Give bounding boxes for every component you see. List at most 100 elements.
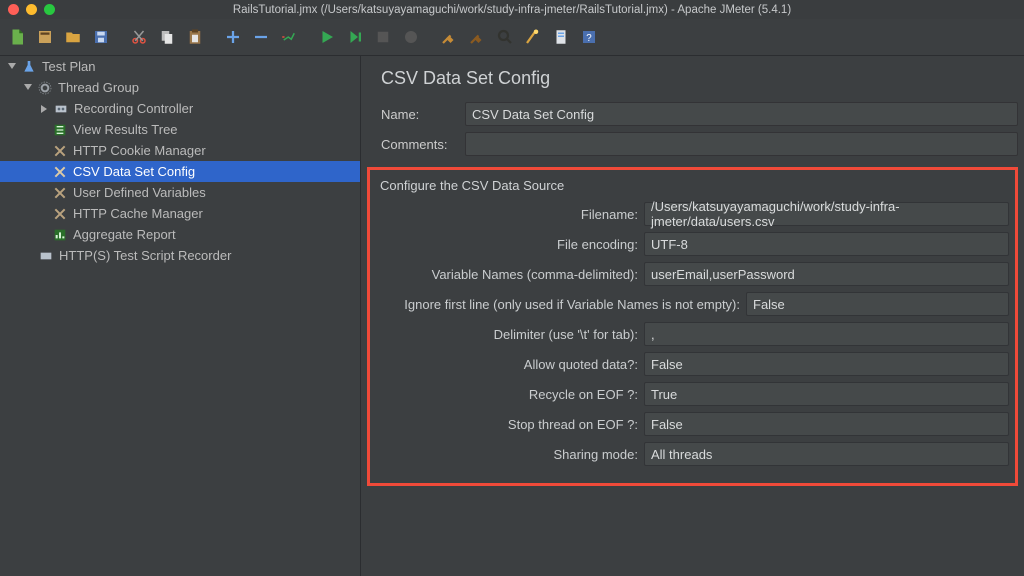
expand-toggle-icon[interactable]	[22, 83, 32, 93]
svg-text:?: ?	[586, 33, 592, 44]
ignore-first-line-field[interactable]: False	[746, 292, 1009, 316]
tree-label: HTTP(S) Test Script Recorder	[59, 248, 231, 263]
cfg-value: False	[651, 417, 683, 432]
shutdown-button[interactable]	[398, 24, 424, 50]
allow-quoted-field[interactable]: False	[644, 352, 1009, 376]
tree-node-aggregate-report[interactable]: Aggregate Report	[0, 224, 360, 245]
config-icon	[52, 206, 68, 222]
name-row: Name: CSV Data Set Config	[361, 99, 1024, 129]
comments-row: Comments:	[361, 129, 1024, 159]
add-button[interactable]	[220, 24, 246, 50]
tree-label: Recording Controller	[74, 101, 193, 116]
config-icon	[52, 164, 68, 180]
cfg-row-filename: Filename: /Users/katsuyayamaguchi/work/s…	[376, 199, 1009, 229]
tree-node-http-cache-manager[interactable]: HTTP Cache Manager	[0, 203, 360, 224]
window-controls	[8, 4, 55, 15]
tree-node-user-defined-variables[interactable]: User Defined Variables	[0, 182, 360, 203]
tree-node-csv-data-set-config[interactable]: CSV Data Set Config	[0, 161, 360, 182]
cfg-row-varnames: Variable Names (comma-delimited): userEm…	[376, 259, 1009, 289]
cfg-value: True	[651, 387, 677, 402]
toggle-button[interactable]	[276, 24, 302, 50]
tree-label: Aggregate Report	[73, 227, 176, 242]
tree-label: CSV Data Set Config	[73, 164, 195, 179]
broom2-button[interactable]	[464, 24, 490, 50]
cfg-label: Sharing mode:	[376, 447, 644, 462]
toolbar: ?	[0, 19, 1024, 56]
panel-title: CSV Data Set Config	[361, 64, 1024, 99]
tree-node-http-recorder[interactable]: HTTP(S) Test Script Recorder	[0, 245, 360, 266]
remove-button[interactable]	[248, 24, 274, 50]
encoding-field[interactable]: UTF-8	[644, 232, 1009, 256]
tree-label: View Results Tree	[73, 122, 178, 137]
cfg-label: Recycle on EOF ?:	[376, 387, 644, 402]
results-icon	[52, 122, 68, 138]
comments-field[interactable]	[465, 132, 1018, 156]
config-panel: CSV Data Set Config Name: CSV Data Set C…	[361, 56, 1024, 576]
tree-label: Thread Group	[58, 80, 139, 95]
cfg-label: Filename:	[376, 207, 644, 222]
recorder-icon	[38, 248, 54, 264]
tree-label: HTTP Cache Manager	[73, 206, 203, 221]
cfg-label: Allow quoted data?:	[376, 357, 644, 372]
run-button[interactable]	[314, 24, 340, 50]
open-button[interactable]	[60, 24, 86, 50]
cfg-label: Variable Names (comma-delimited):	[376, 267, 644, 282]
cfg-row-delimiter: Delimiter (use '\t' for tab): ,	[376, 319, 1009, 349]
recycle-eof-field[interactable]: True	[644, 382, 1009, 406]
report-icon	[52, 227, 68, 243]
stop-thread-eof-field[interactable]: False	[644, 412, 1009, 436]
cfg-row-encoding: File encoding: UTF-8	[376, 229, 1009, 259]
cfg-value: userEmail,userPassword	[651, 267, 795, 282]
variable-names-field[interactable]: userEmail,userPassword	[644, 262, 1009, 286]
close-window-button[interactable]	[8, 4, 19, 15]
cfg-value: ,	[651, 327, 655, 342]
broom1-button[interactable]	[436, 24, 462, 50]
cfg-label: Delimiter (use '\t' for tab):	[376, 327, 644, 342]
maximize-window-button[interactable]	[44, 4, 55, 15]
help-button[interactable]: ?	[576, 24, 602, 50]
templates-button[interactable]	[32, 24, 58, 50]
function-helper-button[interactable]	[548, 24, 574, 50]
delimiter-field[interactable]: ,	[644, 322, 1009, 346]
filename-field[interactable]: /Users/katsuyayamaguchi/work/study-infra…	[644, 202, 1009, 226]
cfg-value: All threads	[651, 447, 712, 462]
tree-node-recording-controller[interactable]: Recording Controller	[0, 98, 360, 119]
tree-node-thread-group[interactable]: Thread Group	[0, 77, 360, 98]
cfg-row-stop-thread: Stop thread on EOF ?: False	[376, 409, 1009, 439]
cfg-value: False	[753, 297, 785, 312]
controller-icon	[53, 101, 69, 117]
cfg-label: File encoding:	[376, 237, 644, 252]
expand-toggle-icon[interactable]	[6, 62, 16, 72]
tree-node-view-results-tree[interactable]: View Results Tree	[0, 119, 360, 140]
comments-label: Comments:	[381, 137, 455, 152]
run-notimers-button[interactable]	[342, 24, 368, 50]
tree-node-http-cookie-manager[interactable]: HTTP Cookie Manager	[0, 140, 360, 161]
cfg-row-allow-quoted: Allow quoted data?: False	[376, 349, 1009, 379]
name-value: CSV Data Set Config	[472, 107, 594, 122]
name-label: Name:	[381, 107, 455, 122]
save-button[interactable]	[88, 24, 114, 50]
tree-label: User Defined Variables	[73, 185, 206, 200]
minimize-window-button[interactable]	[26, 4, 37, 15]
cfg-row-recycle: Recycle on EOF ?: True	[376, 379, 1009, 409]
paste-button[interactable]	[182, 24, 208, 50]
cut-button[interactable]	[126, 24, 152, 50]
cfg-value: /Users/katsuyayamaguchi/work/study-infra…	[651, 199, 1002, 229]
tree-node-test-plan[interactable]: Test Plan	[0, 56, 360, 77]
config-icon	[52, 143, 68, 159]
cfg-value: UTF-8	[651, 237, 688, 252]
expand-toggle-icon[interactable]	[38, 104, 48, 114]
test-plan-tree[interactable]: Test Plan Thread Group Recording Control…	[0, 56, 361, 576]
stop-button[interactable]	[370, 24, 396, 50]
csv-config-group: Configure the CSV Data Source Filename: …	[367, 167, 1018, 486]
name-field[interactable]: CSV Data Set Config	[465, 102, 1018, 126]
flask-icon	[21, 59, 37, 75]
sharing-mode-field[interactable]: All threads	[644, 442, 1009, 466]
window-titlebar: RailsTutorial.jmx (/Users/katsuyayamaguc…	[0, 0, 1024, 19]
tree-label: Test Plan	[42, 59, 95, 74]
copy-button[interactable]	[154, 24, 180, 50]
reset-search-button[interactable]	[520, 24, 546, 50]
new-button[interactable]	[4, 24, 30, 50]
config-icon	[52, 185, 68, 201]
search-button[interactable]	[492, 24, 518, 50]
